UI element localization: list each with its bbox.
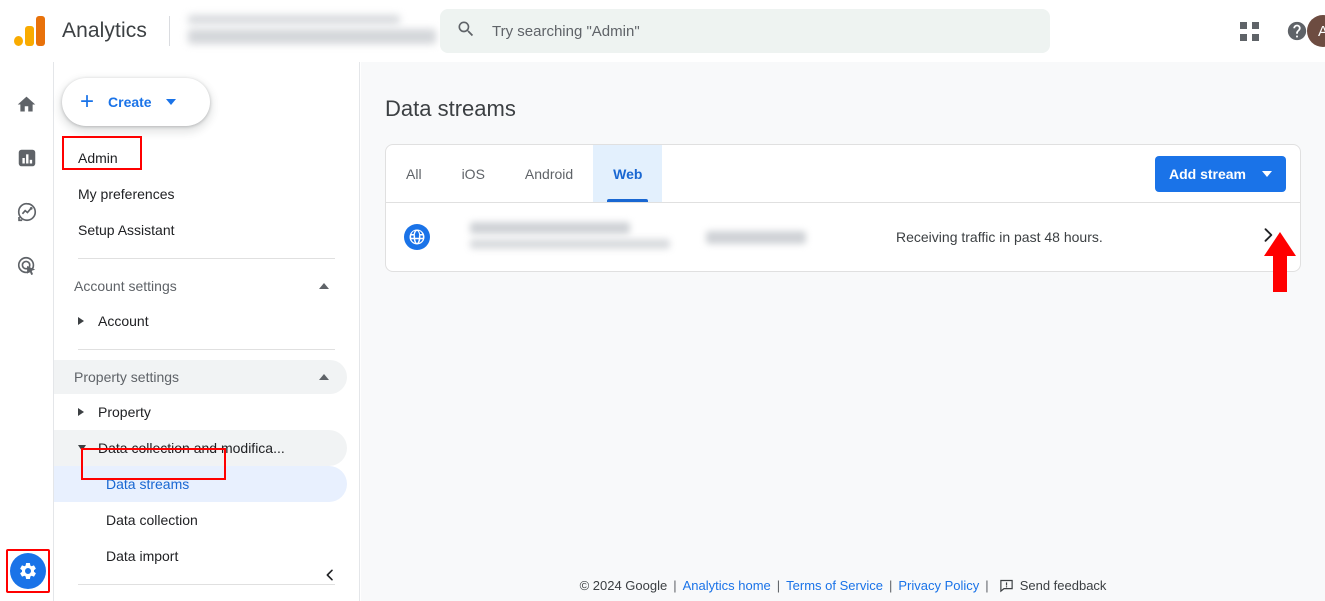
tab-ios[interactable]: iOS (442, 145, 505, 202)
sidebar-item-property[interactable]: Property (54, 394, 347, 430)
sidebar-item-my-preferences[interactable]: My preferences (54, 176, 347, 212)
analytics-logo[interactable]: Analytics (14, 16, 147, 46)
sidebar-item-label: My preferences (78, 186, 175, 202)
home-icon[interactable] (7, 84, 47, 124)
create-button[interactable]: + Create (62, 78, 210, 126)
tab-android[interactable]: Android (505, 145, 593, 202)
advertising-target-icon[interactable] (7, 246, 47, 286)
section-title: Property settings (74, 369, 180, 385)
feedback-icon (999, 578, 1014, 593)
page-title: Data streams (385, 96, 516, 121)
sidebar-item-setup-assistant[interactable]: Setup Assistant (54, 212, 347, 248)
annotation-arrow (1264, 232, 1296, 292)
sidebar-item-data-collection-and-modification[interactable]: Data collection and modifica... (54, 430, 347, 466)
sidebar-item-data-collection[interactable]: Data collection (54, 502, 347, 538)
search-input[interactable]: Try searching "Admin" (440, 9, 1050, 53)
sidebar-item-label: Property (98, 404, 151, 420)
measurement-id (706, 230, 806, 244)
tab-label: All (406, 165, 422, 182)
expand-triangle-icon (78, 317, 98, 325)
stream-name-and-url (470, 220, 690, 254)
tab-label: iOS (461, 165, 485, 182)
add-stream-label: Add stream (1168, 166, 1246, 182)
footer-link-analytics-home[interactable]: Analytics home (683, 578, 771, 593)
chevron-down-icon (1262, 171, 1272, 177)
sidebar-item-label: Data import (106, 548, 179, 564)
footer: © 2024 Google | Analytics home | Terms o… (579, 578, 1107, 593)
sidebar-collapse-button[interactable] (312, 557, 348, 593)
sidebar-item-data-import[interactable]: Data import (54, 538, 347, 574)
send-feedback-label[interactable]: Send feedback (1020, 578, 1107, 593)
sidebar-item-label: Setup Assistant (78, 222, 175, 238)
sidebar-item-account[interactable]: Account (54, 303, 347, 339)
add-stream-button[interactable]: Add stream (1154, 156, 1286, 192)
sidebar-item-label: Account (98, 313, 149, 329)
stream-type-tabs: All iOS Android Web Add stream (386, 145, 1300, 203)
sidebar-item-label: Data streams (106, 476, 190, 492)
sidebar-item-label: Admin (78, 150, 118, 166)
sidebar-divider (78, 349, 335, 350)
section-account-settings[interactable]: Account settings (54, 269, 347, 303)
sidebar-divider (78, 258, 335, 259)
chevron-down-icon (165, 99, 176, 105)
tab-all[interactable]: All (386, 145, 442, 202)
footer-link-privacy-policy[interactable]: Privacy Policy (898, 578, 979, 593)
tab-label: Web (613, 165, 643, 182)
stream-status: Receiving traffic in past 48 hours. (896, 229, 1103, 245)
stream-row[interactable]: Receiving traffic in past 48 hours. (386, 203, 1300, 271)
app-title: Analytics (62, 19, 147, 42)
icon-rail (0, 62, 54, 601)
reports-bar-chart-icon[interactable] (7, 138, 47, 178)
sidebar-item-data-streams[interactable]: Data streams (54, 466, 347, 502)
explore-icon[interactable] (7, 192, 47, 232)
chevron-up-icon (319, 283, 329, 289)
main-content: Data streams All iOS Android Web Add str… (361, 62, 1325, 601)
analytics-logo-icon (14, 16, 48, 46)
footer-link-terms-of-service[interactable]: Terms of Service (786, 578, 883, 593)
create-button-label: Create (108, 94, 152, 110)
data-streams-card: All iOS Android Web Add stream Receiving… (385, 144, 1301, 272)
admin-gear-icon[interactable] (10, 553, 46, 589)
search-icon (456, 19, 476, 44)
header-actions: A (1229, 0, 1325, 62)
sidebar-item-admin[interactable]: Admin (54, 140, 347, 176)
section-title: Account settings (74, 278, 177, 294)
app-header: Analytics Try searching "Admin" A (0, 0, 1325, 62)
apps-grid-icon[interactable] (1229, 11, 1269, 51)
copyright: © 2024 Google (579, 578, 668, 593)
plus-icon: + (80, 88, 95, 115)
sidebar-item-label: Data collection (106, 512, 198, 528)
chevron-up-icon (319, 374, 329, 380)
tab-label: Android (524, 165, 574, 182)
expand-triangle-icon (78, 408, 98, 416)
account-property-selector[interactable] (187, 13, 438, 49)
header-divider (168, 16, 170, 46)
globe-icon (404, 224, 430, 250)
section-property-settings[interactable]: Property settings (54, 360, 347, 394)
tab-web[interactable]: Web (593, 145, 663, 202)
sidebar-item-label: Data collection and modifica... (98, 440, 285, 456)
sidebar-divider (78, 584, 335, 585)
search-placeholder: Try searching "Admin" (492, 22, 640, 40)
collapse-triangle-icon (78, 445, 98, 451)
sidebar: + Create Admin My preferences Setup Assi… (54, 62, 360, 601)
